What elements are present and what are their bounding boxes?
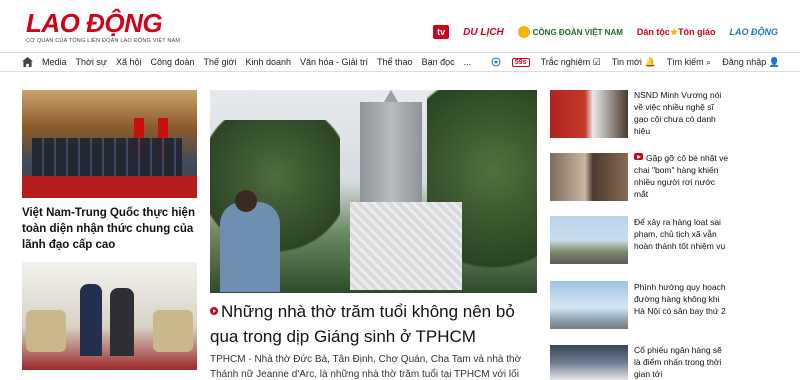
nav-item-thegioi[interactable]: Thế giới: [204, 57, 237, 67]
side-title-2-text: Gặp gỡ cô bé nhặt ve chai "bom" hàng khi…: [634, 153, 729, 199]
search-icon: ⌕: [706, 56, 712, 67]
nav-item-vanhoa[interactable]: Văn hóa - Giải trí: [300, 57, 368, 67]
brand-dantoc-label: Dân tộc: [636, 26, 670, 37]
site-header: LAO ĐỘNG CƠ QUAN CỦA TỔNG LIÊN ĐOÀN LAO …: [0, 0, 800, 52]
person-shape: [80, 284, 102, 356]
nav-item-bandoc[interactable]: Bạn đọc: [422, 57, 455, 67]
site-logo[interactable]: LAO ĐỘNG: [26, 8, 163, 39]
login-link[interactable]: Đăng nhập 👤: [722, 57, 780, 68]
home-icon[interactable]: [22, 57, 33, 67]
brand-tongiao-label: Tôn giáo: [678, 26, 716, 37]
article-image-summit[interactable]: [22, 90, 197, 198]
side-title-4[interactable]: Phình hướng quy hoạch đường hàng không k…: [634, 282, 730, 318]
podcast-icon[interactable]: [491, 57, 501, 67]
new-link[interactable]: Tin mới 🔔: [612, 57, 656, 68]
photographer-shape: [220, 202, 280, 292]
star-icon: ★: [669, 26, 678, 37]
decoration-shape: [350, 202, 462, 290]
brand-tv-link[interactable]: tv: [433, 25, 450, 39]
side-title-1[interactable]: NSND Minh Vương nói về việc nhiều nghệ s…: [634, 90, 730, 138]
side-title-2[interactable]: Gặp gỡ cô bé nhặt ve chai "bom" hàng khi…: [634, 153, 730, 201]
brand-congdoan-label: CÔNG ĐOÀN VIỆT NAM: [532, 27, 623, 37]
video-icon: [634, 153, 643, 160]
login-label: Đăng nhập: [722, 56, 767, 67]
brand-links: tv DU LỊCH CÔNG ĐOÀN VIỆT NAM Dân tộc★Tô…: [433, 25, 778, 39]
photographer-head-shape: [235, 190, 257, 212]
nav-item-thoisu[interactable]: Thời sự: [76, 57, 107, 67]
side-thumb-4[interactable]: [550, 281, 628, 329]
main-article-title[interactable]: Những nhà thờ trăm tuổi không nên bỏ qua…: [210, 300, 540, 349]
user-icon: 👤: [768, 56, 780, 67]
brand-dulich-link[interactable]: DU LỊCH: [463, 27, 504, 38]
carpet-shape: [22, 176, 197, 198]
person-shape: [110, 288, 134, 356]
side-title-3[interactable]: Để xảy ra hàng loạt sai phạm, chủ tịch x…: [634, 217, 730, 253]
main-article-title-text: Những nhà thờ trăm tuổi không nên bỏ qua…: [210, 302, 515, 346]
quiz-link[interactable]: Trắc nghiệm ☑: [541, 57, 601, 68]
timer-badge[interactable]: 59s: [511, 57, 530, 67]
video-icon: [210, 307, 218, 315]
side-thumb-3[interactable]: [550, 216, 628, 264]
nav-item-xahoi[interactable]: Xã hội: [116, 57, 142, 67]
logo-tagline: CƠ QUAN CỦA TỔNG LIÊN ĐOÀN LAO ĐỘNG VIỆT…: [26, 38, 181, 44]
search-link[interactable]: Tìm kiếm ⌕: [667, 57, 712, 68]
search-label: Tìm kiếm: [666, 56, 704, 67]
congdoan-logo-icon: [517, 26, 530, 38]
chair-shape: [153, 310, 193, 352]
brand-laodong-link[interactable]: LAO ĐỘNG: [730, 27, 779, 37]
bell-icon: 🔔: [644, 56, 656, 67]
side-thumb-1[interactable]: [550, 90, 628, 138]
people-shape: [32, 138, 182, 176]
article-title-left-1[interactable]: Việt Nam-Trung Quốc thực hiện toàn diện …: [22, 206, 202, 254]
nav-item-thethao[interactable]: Thể thao: [377, 57, 413, 67]
nav-categories: Media Thời sự Xã hội Công đoàn Thế giới …: [22, 53, 471, 71]
article-image-handshake[interactable]: [22, 262, 197, 370]
nav-item-kinhdoanh[interactable]: Kinh doanh: [245, 57, 291, 67]
nav-item-media[interactable]: Media: [42, 57, 67, 67]
brand-dantoc-link[interactable]: Dân tộc★Tôn giáo: [637, 27, 716, 38]
main-nav: Media Thời sự Xã hội Công đoàn Thế giới …: [0, 52, 800, 72]
main-article-summary: TPHCM - Nhà thờ Đức Bà, Tân Định, Chợ Qu…: [210, 354, 522, 380]
chair-shape: [26, 310, 66, 352]
quiz-label: Trắc nghiệm: [540, 56, 591, 67]
main-article-image[interactable]: [210, 90, 537, 293]
nav-item-more[interactable]: ...: [464, 57, 472, 67]
nav-tools: 59s Trắc nghiệm ☑ Tin mới 🔔 Tìm kiếm ⌕ Đ…: [491, 53, 780, 71]
brand-congdoan-link[interactable]: CÔNG ĐOÀN VIỆT NAM: [517, 26, 623, 38]
nav-item-congdoan[interactable]: Công đoàn: [150, 57, 194, 67]
checkbox-icon: ☑: [592, 56, 601, 67]
side-title-5[interactable]: Cổ phiếu ngân hàng sẽ là điểm nhấn trong…: [634, 345, 730, 380]
side-thumb-2[interactable]: [550, 153, 628, 201]
new-label: Tin mới: [611, 56, 642, 67]
side-thumb-5[interactable]: [550, 345, 628, 380]
